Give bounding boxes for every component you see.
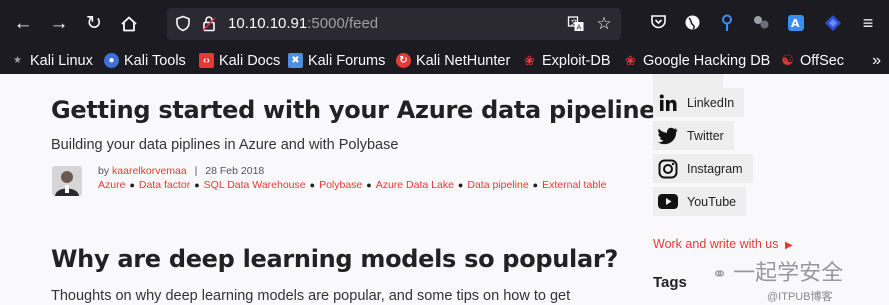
offsec-icon: ☯ [781,52,794,68]
post-title[interactable]: Getting started with your Azure data pip… [51,96,656,124]
exploit-db-icon: ❀ [524,53,535,68]
twitter-icon [657,125,679,147]
social-label: YouTube [687,194,737,209]
watermark-sub: @ITPUB博客 [767,291,833,303]
social-link-youtube[interactable]: YouTube [653,187,747,216]
social-link-twitter[interactable]: Twitter [653,121,734,150]
watermark: ⚭ 一起学安全 [712,255,843,287]
bookmark-exploit-db[interactable]: ❀ Exploit-DB [522,50,611,71]
bookmark-kali-tools[interactable]: ● Kali Tools [104,50,186,71]
social-item-partial [653,74,723,88]
extension-globe-icon[interactable] [683,14,701,32]
translate-icon[interactable]: 文A [567,15,585,33]
bookmark-label: Exploit-DB [542,52,611,69]
bookmarks-toolbar: ★ Kali Linux ● Kali Tools ‹› Kali Docs ✖… [0,47,889,74]
shield-icon[interactable] [174,15,192,33]
bullet-icon: ● [366,180,372,190]
social-link-linkedin[interactable]: LinkedIn [653,88,745,117]
post-title[interactable]: Why are deep learning models so popular? [51,245,618,273]
menu-icon[interactable]: ≡ [859,14,877,32]
url-path: :5000/feed [307,15,379,32]
bullet-icon: ● [194,180,200,190]
tag-link[interactable]: Polybase [319,179,362,191]
extension-gear-icon[interactable] [752,14,770,32]
tag-link[interactable]: SQL Data Warehouse [204,179,306,191]
tags-heading: Tags [653,274,687,291]
nethunter-icon: ↻ [396,53,411,68]
kali-docs-icon: ‹› [199,53,214,68]
bookmark-label: Kali Tools [124,52,186,69]
work-link-label: Work and write with us [653,237,779,251]
tag-link[interactable]: Data factor [139,179,190,191]
social-link-instagram[interactable]: Instagram [653,154,753,183]
post-subtitle: Thoughts on why deep learning models are… [51,288,571,304]
home-icon[interactable] [118,13,140,35]
instagram-icon [657,158,679,180]
social-label: Twitter [687,128,724,143]
bullet-icon: ● [457,180,464,190]
bookmark-kali-forums[interactable]: ✖ Kali Forums [288,50,385,71]
wechat-icon: ⚭ [712,264,728,284]
url-text[interactable]: 10.10.10.91:5000/feed [228,15,378,33]
post-tags: Azure ● Data factor ● SQL Data Warehouse ● Pol… [98,178,618,192]
bookmark-label: Google Hacking DB [643,52,771,69]
bullet-icon: ● [309,180,316,190]
post-date: 28 Feb 2018 [205,165,265,177]
extension-translate-icon[interactable]: A [787,14,805,32]
kali-dragon-icon: ★ [13,55,22,66]
kali-forums-icon: ✖ [288,53,303,68]
svg-text:A: A [791,17,800,30]
social-label: LinkedIn [687,95,735,110]
bookmark-kali-docs[interactable]: ‹› Kali Docs [199,50,280,71]
browser-toolbar: ← → ↻ 10.10.10.91:5000/feed 文A ☆ A ≡ [0,0,889,47]
lock-icon[interactable] [200,15,218,33]
bookmark-offsec[interactable]: ☯ OffSec [780,50,844,71]
by-label: by [98,165,110,177]
author-avatar[interactable] [52,166,82,196]
watermark-text: 一起学安全 [733,260,844,285]
bookmark-kali-linux[interactable]: ★ Kali Linux [10,50,93,71]
pocket-icon[interactable] [649,14,667,32]
bullet-icon: ● [129,180,135,190]
linkedin-icon [657,92,679,114]
bookmark-google-hacking-db[interactable]: ❀ Google Hacking DB [623,50,770,71]
bookmark-label: Kali Linux [30,52,93,69]
youtube-icon [657,191,679,213]
svg-text:A: A [577,24,582,32]
url-host: 10.10.10.91 [228,15,308,32]
forward-arrow-icon[interactable]: → [48,13,70,35]
bookmark-kali-nethunter[interactable]: ↻ Kali NetHunter [396,50,510,71]
address-bar[interactable]: 10.10.10.91:5000/feed 文A ☆ [167,8,621,40]
bookmark-label: Kali NetHunter [416,52,511,69]
tag-link[interactable]: Azure [98,179,125,191]
extension-pin-icon[interactable] [718,14,736,32]
triangle-right-icon: ▶ [785,240,793,251]
bookmark-label: Kali Forums [308,52,386,69]
tag-link[interactable]: Azure Data Lake [376,179,454,191]
post-meta: by kaarelkorvemaa | 28 Feb 2018 [98,164,264,178]
social-label: Instagram [687,161,743,176]
bullet-icon: ● [532,180,539,190]
ghdb-icon: ❀ [625,53,636,68]
reload-icon[interactable]: ↻ [83,13,105,35]
bookmark-star-icon[interactable]: ☆ [595,15,613,33]
bookmark-label: OffSec [800,52,845,69]
work-with-us-link[interactable]: Work and write with us ▶ [653,237,793,251]
bookmark-label: Kali Docs [219,52,281,69]
tag-link[interactable]: External table [542,179,606,191]
tag-link[interactable]: Data pipeline [467,179,528,191]
back-arrow-icon[interactable]: ← [12,13,34,35]
kali-tools-icon: ● [104,53,119,68]
post-subtitle: Building your data piplines in Azure and… [51,137,399,153]
extension-layers-icon[interactable] [824,14,842,32]
chevron-right-icon[interactable]: » [872,50,881,71]
page-content: Getting started with your Azure data pip… [0,74,889,305]
meta-divider: | [194,165,198,177]
author-link[interactable]: kaarelkorvemaa [112,165,187,177]
